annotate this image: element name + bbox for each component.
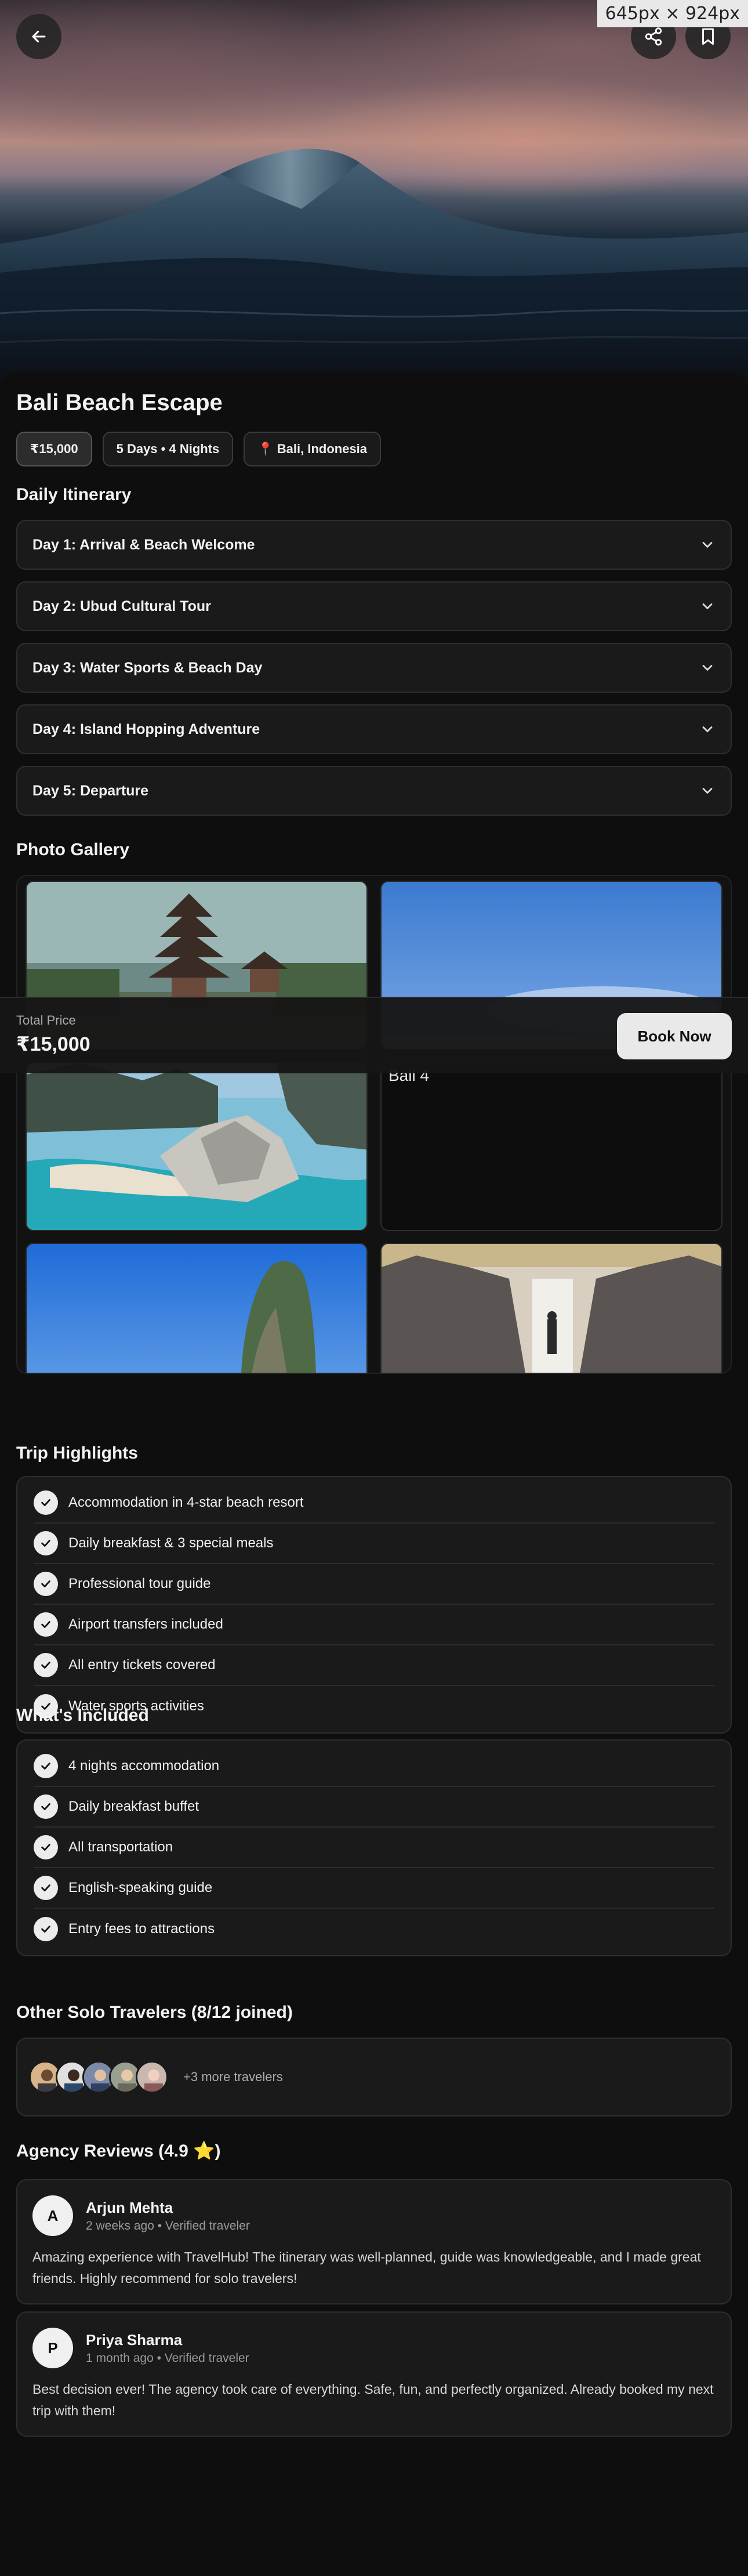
list-item-label: Entry fees to attractions [68, 1921, 215, 1937]
list-item: 4 nights accommodation [34, 1746, 714, 1787]
checkmark-icon [34, 1490, 58, 1515]
chevron-down-icon [702, 726, 713, 732]
chevron-down-icon [702, 665, 713, 671]
list-item: Accommodation in 4-star beach resort [34, 1483, 714, 1524]
checkmark-icon [34, 1876, 58, 1900]
list-item-label: English-speaking guide [68, 1880, 213, 1895]
photo-gallery[interactable]: Bali 4 [16, 875, 732, 1374]
day-title: Day 2: Ubud Cultural Tour [32, 598, 211, 614]
reviewer-name: Arjun Mehta [86, 2198, 173, 2216]
list-item: Airport transfers included [34, 1605, 714, 1645]
reviewer-avatar: P [32, 2328, 73, 2368]
list-item-label: Professional tour guide [68, 1576, 211, 1591]
arrow-left-icon [32, 30, 46, 43]
day-title: Day 1: Arrival & Beach Welcome [32, 536, 255, 553]
booking-bar: Total Price ₹15,000 Book Now [0, 997, 748, 1073]
list-item: English-speaking guide [34, 1868, 714, 1909]
duration-chip: 5 Days • 4 Nights [102, 432, 234, 466]
itinerary-day-4[interactable]: Day 4: Island Hopping Adventure [16, 704, 732, 754]
itinerary-day-3[interactable]: Day 3: Water Sports & Beach Day [16, 643, 732, 693]
travelers-heading: Other Solo Travelers (8/12 joined) [16, 2003, 293, 2022]
checkmark-icon [34, 1653, 58, 1677]
avatar [136, 2061, 168, 2093]
list-item-label: Daily breakfast & 3 special meals [68, 1535, 274, 1551]
list-item: All entry tickets covered [34, 1645, 714, 1686]
list-item-label: Daily breakfast buffet [68, 1799, 199, 1814]
list-item: Professional tour guide [34, 1564, 714, 1605]
review-text: Amazing experience with TravelHub! The i… [32, 2249, 701, 2286]
review-card: P Priya Sharma 1 month ago • Verified tr… [16, 2311, 732, 2437]
chevron-down-icon [702, 788, 713, 794]
total-price-value: ₹15,000 [16, 1033, 90, 1055]
itinerary-day-2[interactable]: Day 2: Ubud Cultural Tour [16, 581, 732, 631]
book-now-button[interactable]: Book Now [617, 1013, 732, 1059]
gallery-image-broken[interactable]: Bali 4 [380, 1062, 722, 1231]
highlights-heading: Trip Highlights [16, 1443, 138, 1463]
review-meta: 2 weeks ago • Verified traveler [86, 2219, 250, 2233]
list-item: Entry fees to attractions [34, 1909, 714, 1949]
review-card: A Arjun Mehta 2 weeks ago • Verified tra… [16, 2179, 732, 2304]
page-title: Bali Beach Escape [16, 390, 223, 415]
gallery-image-rock-island[interactable] [26, 1243, 368, 1373]
list-item-label: All transportation [68, 1839, 173, 1855]
reviews-heading: Agency Reviews (4.9 ⭐) [16, 2141, 221, 2161]
gallery-image-beach-cliffs[interactable] [26, 1062, 368, 1231]
checkmark-icon [34, 1917, 58, 1941]
gallery-heading: Photo Gallery [16, 840, 130, 859]
more-travelers: +3 more travelers [183, 2070, 283, 2084]
included-list: 4 nights accommodation Daily breakfast b… [16, 1739, 732, 1956]
bookmark-icon [702, 28, 714, 45]
review-text: Best decision ever! The agency took care… [32, 2382, 714, 2418]
reviewer-name: Priya Sharma [86, 2331, 183, 2349]
checkmark-icon [34, 1835, 58, 1859]
itinerary-day-1[interactable]: Day 1: Arrival & Beach Welcome [16, 520, 732, 570]
total-price-label: Total Price [16, 1013, 76, 1027]
checkmark-icon [34, 1754, 58, 1778]
checkmark-icon [34, 1794, 58, 1819]
reviewer-avatar: A [32, 2195, 73, 2236]
day-title: Day 5: Departure [32, 782, 149, 799]
checkmark-icon [34, 1572, 58, 1596]
list-item-label: Airport transfers included [68, 1616, 223, 1632]
back-button[interactable] [16, 14, 61, 59]
list-item: Daily breakfast buffet [34, 1787, 714, 1828]
included-heading: What's Included [16, 1706, 149, 1725]
itinerary-heading: Daily Itinerary [16, 485, 132, 504]
hero-image [0, 0, 748, 395]
checkmark-icon [34, 1612, 58, 1637]
trip-chips: ₹15,000 5 Days • 4 Nights 📍 Bali, Indone… [16, 432, 382, 466]
share-icon [645, 27, 662, 46]
highlights-list: Accommodation in 4-star beach resort Dai… [16, 1476, 732, 1734]
chevron-down-icon [702, 603, 713, 609]
day-title: Day 3: Water Sports & Beach Day [32, 659, 263, 676]
price-chip: ₹15,000 [16, 432, 92, 466]
itinerary-day-5[interactable]: Day 5: Departure [16, 766, 732, 816]
size-label: 645px × 924px [597, 0, 748, 27]
list-item: All transportation [34, 1828, 714, 1868]
checkmark-icon [34, 1531, 58, 1555]
list-item-label: Accommodation in 4-star beach resort [68, 1495, 304, 1510]
list-item: Daily breakfast & 3 special meals [34, 1524, 714, 1564]
list-item-label: 4 nights accommodation [68, 1758, 220, 1774]
travelers-card[interactable]: +3 more travelers [16, 2038, 732, 2116]
list-item-label: All entry tickets covered [68, 1657, 216, 1673]
review-meta: 1 month ago • Verified traveler [86, 2351, 249, 2365]
gallery-image-gate[interactable] [380, 1243, 722, 1373]
location-chip: 📍 Bali, Indonesia [244, 432, 382, 466]
chevron-down-icon [702, 542, 713, 548]
day-title: Day 4: Island Hopping Adventure [32, 721, 260, 737]
